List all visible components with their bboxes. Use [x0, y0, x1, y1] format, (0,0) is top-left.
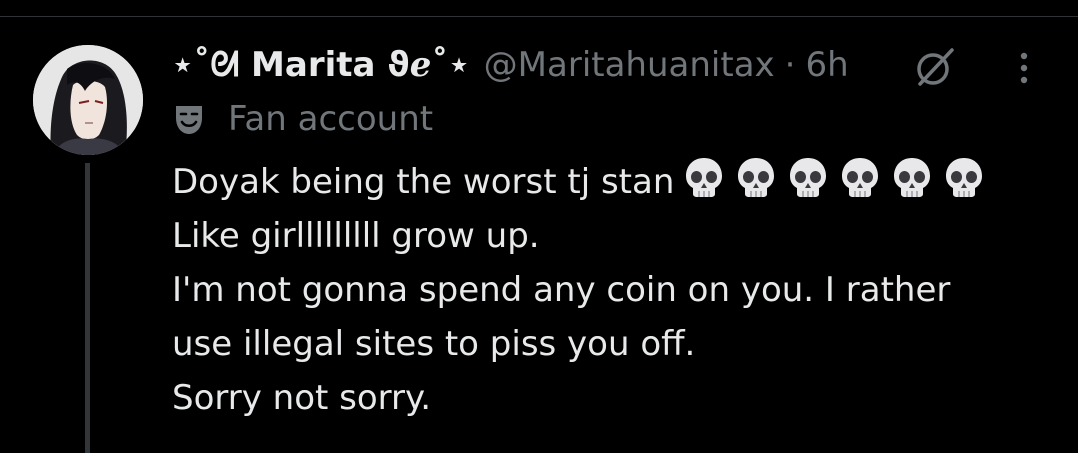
skull-emoji: [842, 158, 879, 197]
tweet-line: Doyak being the worst tj stan: [172, 155, 1052, 209]
tweet-line: use illegal sites to piss you off.: [172, 324, 696, 364]
skull-emoji-group: [674, 158, 986, 202]
avatar[interactable]: [33, 45, 143, 155]
skull-emoji: [738, 158, 775, 197]
tweet-line-text: Doyak being the worst tj stan: [172, 162, 675, 202]
tweet-line: I'm not gonna spend any coin on you. I r…: [172, 270, 951, 310]
account-label-text: Fan account: [228, 99, 434, 139]
more-icon[interactable]: [1012, 48, 1036, 88]
theater-masks-icon: [176, 106, 202, 134]
thread-line: [85, 163, 90, 453]
tweet-line: Like girlllllllll grow up.: [172, 216, 540, 256]
skull-emoji: [790, 158, 827, 197]
top-divider: [0, 0, 1078, 17]
avatar-image: [33, 45, 143, 155]
tweet-text: Doyak being the worst tj stan Like girll…: [172, 155, 1052, 425]
tweet-header: ⋆˚ᘛ Marita ϑℯ˚⋆ @Maritahuanitax · 6h: [172, 40, 849, 90]
skull-emoji: [946, 158, 983, 197]
skull-emoji: [894, 158, 931, 197]
skull-emoji: [686, 158, 723, 197]
account-label: Fan account: [172, 96, 433, 142]
user-handle[interactable]: @Maritahuanitax: [484, 45, 775, 85]
timestamp[interactable]: 6h: [805, 45, 848, 85]
tweet-line: Sorry not sorry.: [172, 378, 432, 418]
separator-dot: ·: [784, 45, 796, 85]
display-name[interactable]: ⋆˚ᘛ Marita ϑℯ˚⋆: [172, 45, 470, 85]
grok-icon[interactable]: [912, 44, 958, 90]
